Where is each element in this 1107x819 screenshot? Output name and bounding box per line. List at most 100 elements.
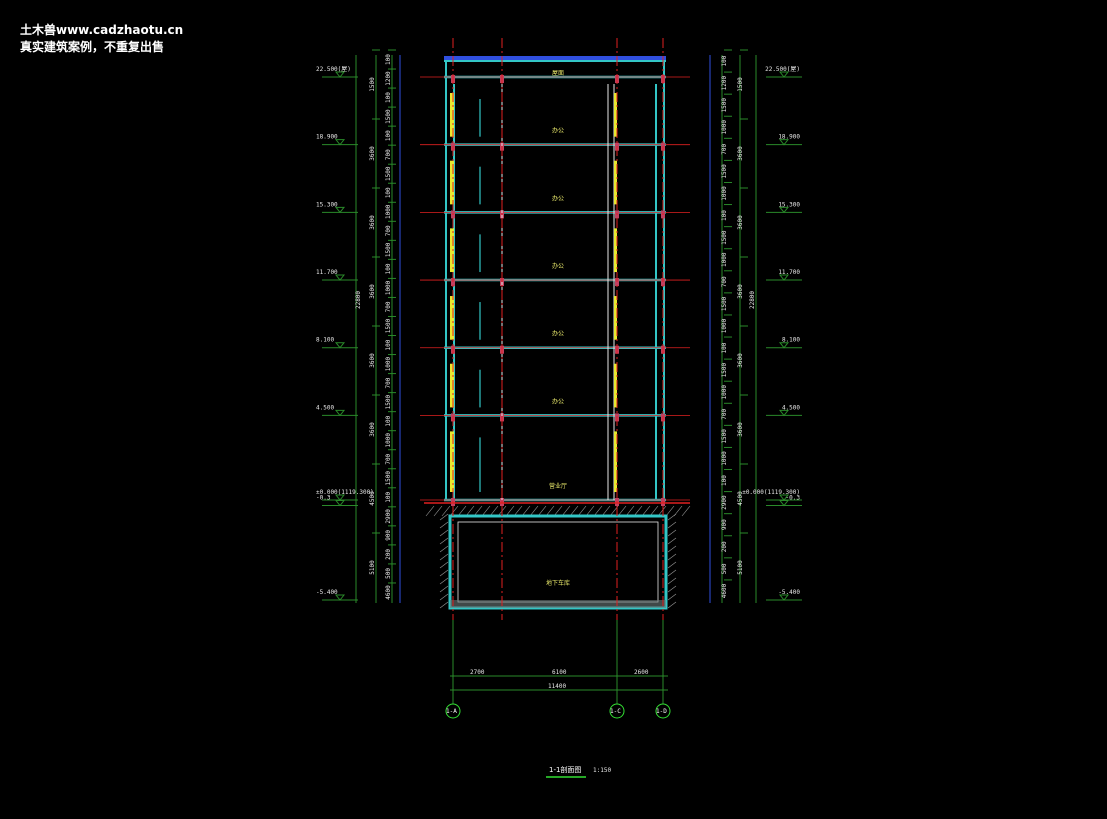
- dimension-label: 3600: [369, 284, 376, 299]
- elevation-label: 22.500(屋): [316, 66, 351, 73]
- dimension-label: 500: [385, 568, 392, 579]
- axis-label-a: 1-A: [446, 708, 457, 715]
- dimension-label: 700: [721, 276, 728, 287]
- dimension-label: 5100: [737, 560, 744, 575]
- elevation-marks-right: 22.500(屋)18.90015.30011.7008.1004.500±0.…: [742, 66, 802, 601]
- axis-bubble-a: 1-A: [445, 703, 461, 719]
- room-label: 办公: [552, 194, 564, 202]
- dimension-label: 100: [385, 130, 392, 141]
- dimension-label: 1000: [721, 186, 728, 201]
- elevation-label: 15.300: [316, 201, 338, 208]
- dimension-label: 3600: [369, 146, 376, 161]
- elevation-label: 18.900: [778, 134, 800, 141]
- hatch-stroke: [439, 529, 449, 537]
- hatch-stroke: [667, 601, 677, 609]
- elevation-marks-left: 22.500(屋)18.90015.30011.7008.1004.500±0.…: [316, 66, 374, 601]
- dimension-label: 1000: [721, 252, 728, 267]
- dimension-label: 700: [385, 149, 392, 160]
- dimension-label: 700: [385, 301, 392, 312]
- hatch-stroke: [667, 569, 677, 577]
- dimension-label: 100: [385, 92, 392, 103]
- elevation-label: -0.3: [316, 495, 331, 502]
- axis-bubble-d: 1-D: [655, 703, 671, 719]
- axis-label-d: 1-D: [656, 708, 667, 715]
- axis-bubble-c: 1-C: [609, 703, 625, 719]
- dimension-label: 1500: [385, 166, 392, 181]
- dimension-label: 1500: [385, 242, 392, 257]
- dimension-label: 1500: [385, 395, 392, 410]
- dimension-label: 1000: [721, 451, 728, 466]
- dimension-label: 1500: [721, 363, 728, 378]
- elevation-label: 8.100: [782, 337, 800, 344]
- hatch-stroke: [681, 505, 691, 517]
- hatch-stroke: [667, 585, 677, 593]
- hatch-stroke: [439, 577, 449, 585]
- hatch-stroke: [439, 569, 449, 577]
- dimension-label: 1000: [385, 433, 392, 448]
- dimension-label: 1000: [721, 120, 728, 135]
- drawing-title: 1-1剖面图: [549, 765, 581, 774]
- dimension-label: 700: [385, 453, 392, 464]
- hatch-stroke: [439, 521, 449, 529]
- hatch-stroke: [433, 505, 443, 517]
- dimension-label: 900: [385, 530, 392, 541]
- hatch-stroke: [667, 521, 677, 529]
- dimension-label: 3600: [369, 422, 376, 437]
- section-drawing: 22.500(屋)18.90015.30011.7008.1004.500±0.…: [316, 38, 802, 778]
- dimension-label: 100: [385, 263, 392, 274]
- elevation-label: -0.3: [786, 495, 801, 502]
- elevation-label: 18.900: [316, 134, 338, 141]
- dimension-label: 1000: [721, 318, 728, 333]
- room-label: 屋面: [552, 70, 564, 77]
- hatch-stroke: [667, 561, 677, 569]
- elevation-label: 4.500: [316, 404, 334, 411]
- dimension-label: 4600: [721, 583, 728, 598]
- axis-label-c: 1-C: [610, 708, 621, 715]
- elevation-label: -5.400: [778, 589, 800, 596]
- dimension-label: 3600: [737, 215, 744, 230]
- dimension-label: 100: [721, 55, 728, 66]
- dimension-label: 1200: [721, 76, 728, 91]
- dimension-label: 1000: [721, 385, 728, 400]
- dimension-label: 2900: [721, 495, 728, 510]
- dimension-label: 5100: [369, 560, 376, 575]
- dimension-label: 100: [721, 342, 728, 353]
- dimension-label: 3600: [737, 146, 744, 161]
- hatch-stroke: [439, 545, 449, 553]
- dimension-label: 900: [721, 519, 728, 530]
- basement-outer-wall: [448, 514, 668, 610]
- dimension-label: 1000: [385, 280, 392, 295]
- dimension-label: 100: [385, 415, 392, 426]
- hatch-stroke: [667, 553, 677, 561]
- total-height-right: 22800: [749, 291, 756, 309]
- elevation-label: 11.700: [778, 269, 800, 276]
- dimension-label: 3600: [737, 353, 744, 368]
- dimension-label: 100: [385, 187, 392, 198]
- dimension-label: 4500: [737, 491, 744, 506]
- basement-slab: [450, 600, 666, 608]
- room-label: 办公: [552, 127, 564, 135]
- hatch-stroke: [667, 593, 677, 601]
- elevation-label: 11.700: [316, 269, 338, 276]
- total-height-left: 22800: [355, 291, 362, 309]
- dimension-label: 1500: [385, 318, 392, 333]
- elevation-triangle: [334, 409, 346, 417]
- dimension-label: 100: [721, 475, 728, 486]
- hatch-stroke: [667, 529, 677, 537]
- dimension-label: 1500: [369, 77, 376, 92]
- room-label: 营业厅: [549, 482, 567, 490]
- room-label: 地下车库: [546, 579, 570, 587]
- hatch-stroke: [439, 537, 449, 545]
- dimension-label: 1500: [385, 109, 392, 124]
- bottom-dim-total: 11400: [548, 683, 566, 690]
- hatch-stroke: [425, 505, 435, 517]
- dimension-label: 4600: [385, 585, 392, 600]
- room-label: 办公: [552, 262, 564, 270]
- elevation-label: 22.500(屋): [765, 66, 800, 73]
- dimension-label: 100: [385, 492, 392, 503]
- axis-extensions: [452, 620, 664, 704]
- dimension-label: 700: [721, 144, 728, 155]
- basement-inner-wall: [457, 521, 659, 603]
- floor-slabs: [420, 75, 690, 506]
- windows: [450, 93, 617, 492]
